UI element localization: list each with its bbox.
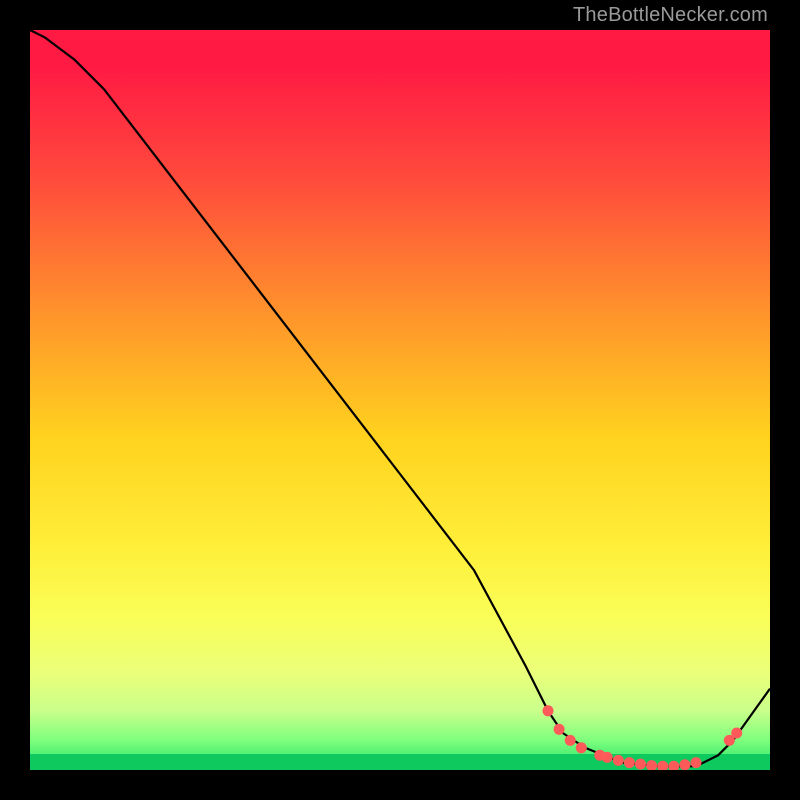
curve-marker <box>731 728 742 739</box>
curve-marker <box>543 705 554 716</box>
curve-marker <box>646 760 657 770</box>
curve-marker <box>635 759 646 770</box>
curve-marker <box>624 757 635 768</box>
curve-marker <box>679 759 690 770</box>
curve-marker <box>576 742 587 753</box>
chart-frame: TheBottleNecker.com <box>0 0 800 800</box>
markers-group <box>543 705 743 770</box>
curve-marker <box>613 755 624 766</box>
curve-marker <box>602 752 613 763</box>
curve-marker <box>668 761 679 770</box>
attribution-text: TheBottleNecker.com <box>573 4 768 27</box>
chart-svg <box>30 30 770 770</box>
curve-marker <box>657 761 668 770</box>
curve-marker <box>554 724 565 735</box>
plot-area <box>30 30 770 770</box>
curve-marker <box>691 757 702 768</box>
bottleneck-curve <box>30 30 770 766</box>
curve-marker <box>565 735 576 746</box>
